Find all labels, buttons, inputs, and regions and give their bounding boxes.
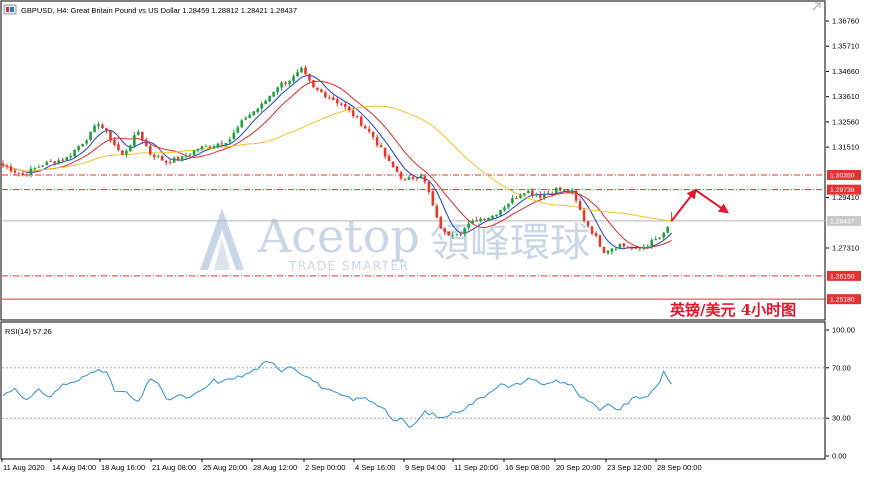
time-tick-label: 23 Sep 12:00: [607, 463, 652, 472]
rsi-tick-label: 70.00: [832, 363, 851, 372]
price-level-label: 1.28437: [830, 218, 855, 225]
time-tick-label: 28 Aug 12:00: [253, 463, 297, 472]
rsi-tick-label: 0.00: [832, 452, 847, 461]
time-tick-label: 11 Sep 20:00: [454, 463, 498, 472]
candle: [566, 189, 570, 194]
price-tick-label: 1.33610: [832, 92, 859, 101]
time-tick-label: 28 Sep 00:00: [657, 463, 702, 472]
window-restore-icon[interactable]: [3, 4, 17, 15]
candle: [81, 143, 84, 147]
rsi-tick-label: 100.00: [832, 326, 855, 335]
price-level-tag: 1.25180: [827, 294, 861, 305]
candle: [359, 115, 363, 127]
candle: [598, 234, 602, 248]
time-tick-label: 14 Aug 04:00: [52, 463, 96, 472]
candle: [523, 193, 526, 196]
price-level-label: 1.25180: [830, 297, 855, 304]
rsi-tick-label: 30.00: [832, 414, 851, 423]
time-tick-label: 21 Aug 08:00: [152, 463, 196, 472]
candle: [129, 144, 132, 153]
price-level-tag: 1.28437: [827, 215, 861, 226]
time-tick-label: 2 Sep 00:00: [305, 463, 345, 472]
time-tick-label: 9 Sep 04:00: [405, 463, 445, 472]
candle: [666, 226, 669, 234]
price-tick-label: 1.34660: [832, 67, 859, 76]
price-tick-label: 1.35710: [832, 42, 859, 51]
watermark-tagline: TRADE SMARTER: [288, 259, 409, 273]
candle: [395, 166, 399, 173]
chart-caption: 英镑/美元 4小时图: [670, 301, 796, 319]
price-level-tag: 1.30350: [827, 169, 861, 180]
candle: [89, 131, 92, 142]
time-tick-label: 18 Aug 16:00: [101, 463, 145, 472]
candle: [439, 215, 443, 230]
candle: [391, 161, 395, 168]
price-level-label: 1.30350: [830, 172, 855, 179]
candle: [121, 149, 124, 156]
time-tick-label: 11 Aug 2020: [3, 463, 45, 472]
price-tick-label: 1.36760: [832, 17, 859, 26]
price-level-tag: 1.26150: [827, 270, 861, 281]
price-level-label: 1.26150: [830, 273, 855, 280]
candle: [602, 246, 606, 254]
price-tick-label: 1.29410: [832, 193, 859, 202]
time-tick-label: 20 Sep 20:00: [556, 463, 601, 472]
rsi-pane-frame: [0, 321, 826, 460]
price-tick-label: 1.32560: [832, 117, 859, 126]
price-tick-label: 1.31510: [832, 143, 859, 152]
time-tick-label: 16 Sep 08:00: [505, 463, 550, 472]
chart-title: GBPUSD, H4: Great Britain Pound vs US Do…: [21, 6, 297, 15]
watermark-brand: Acetop: [257, 209, 420, 263]
time-tick-label: 25 Aug 20:00: [203, 463, 247, 472]
rsi-title: RSI(14) 57.26: [5, 327, 52, 336]
candle: [618, 243, 622, 249]
candle: [240, 119, 244, 129]
gbpusd-chart: Acetop 領峰環球 TRADE SMARTER GBPUSD, H4: Gr…: [0, 0, 861, 472]
candle: [499, 209, 502, 216]
time-tick-label: 4 Sep 16:00: [355, 463, 395, 472]
price-tick-label: 1.27310: [832, 244, 859, 253]
